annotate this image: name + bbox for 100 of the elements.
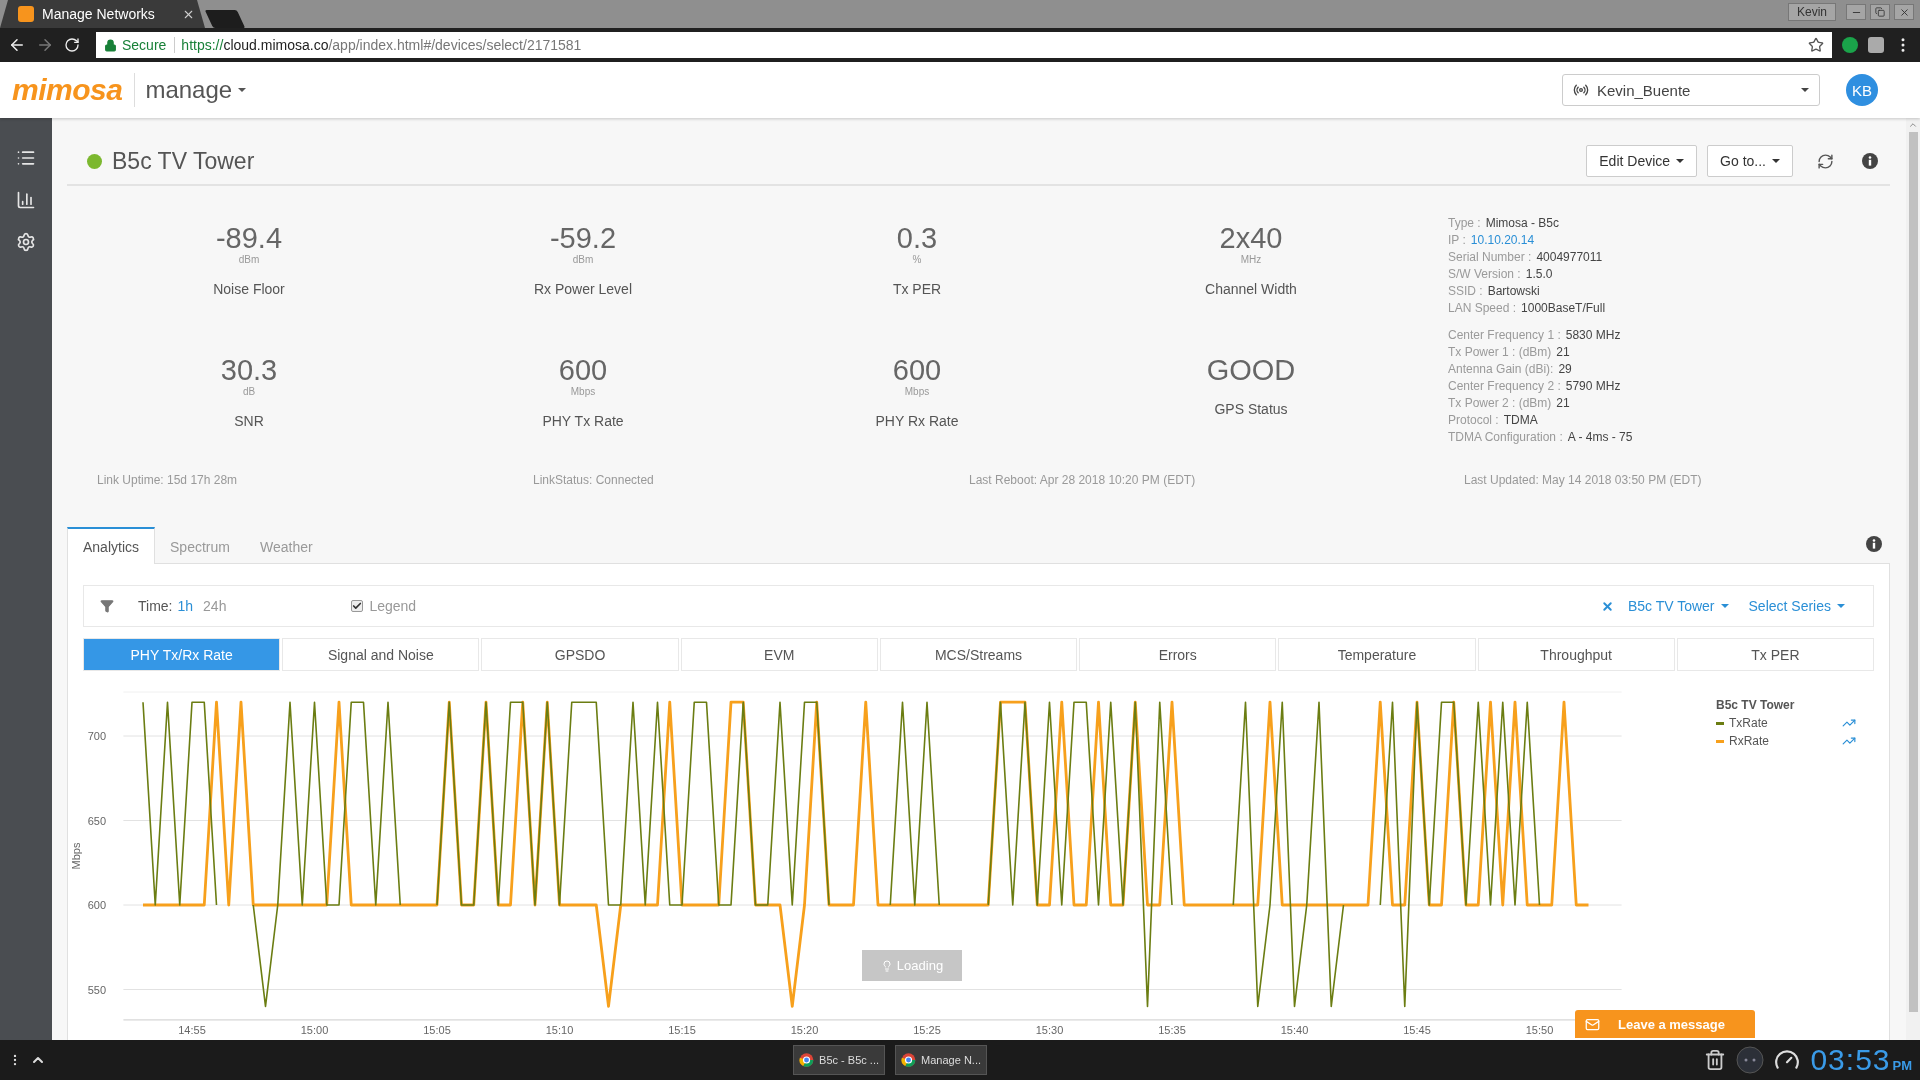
reload-button[interactable]	[64, 37, 80, 53]
info-value: 21	[1556, 344, 1570, 361]
info-value: A - 4ms - 75	[1567, 429, 1633, 446]
axis-tick-label: 15:50	[1525, 1024, 1554, 1036]
close-window-button[interactable]	[1894, 4, 1914, 20]
metric-value: -89.4	[215, 222, 283, 254]
info-value: 5790 MHz	[1565, 378, 1621, 395]
legend-checkbox[interactable]	[351, 600, 364, 612]
trash-icon[interactable]	[1704, 1049, 1727, 1071]
link-stat: Link Uptime: 15d 17h 28m	[97, 472, 239, 489]
axis-tick-label: 15:35	[1158, 1024, 1186, 1036]
series-tab[interactable]: GPSDO	[481, 638, 679, 671]
settings-icon[interactable]	[16, 232, 36, 252]
metric-value: GOOD	[1206, 354, 1296, 386]
metric-unit: Mbps	[904, 386, 930, 398]
info-value: 5830 MHz	[1565, 327, 1621, 344]
metric-value: -59.2	[549, 222, 617, 254]
info-label: Protocol :	[1448, 412, 1499, 429]
metric-value: 600	[892, 354, 942, 386]
info-icon[interactable]	[1866, 535, 1882, 552]
close-icon	[1898, 6, 1910, 18]
restore-icon	[1875, 7, 1885, 17]
browser-icon	[799, 1051, 815, 1069]
series-tab[interactable]: Temperature	[1278, 638, 1476, 671]
clock: 03:53 PM	[1810, 1043, 1912, 1077]
address-bar[interactable]: Secure https://cloud.mimosa.co/app/index.html#/devices/select/2171581	[96, 32, 1832, 58]
refresh-icon[interactable]	[1817, 152, 1834, 170]
axis-tick-label: 15:45	[1403, 1024, 1431, 1036]
dropdown-button[interactable]: Edit Device	[1586, 145, 1698, 177]
minimize-button[interactable]	[1846, 4, 1866, 20]
account-select[interactable]: Kevin_Buente	[1562, 74, 1820, 106]
back-button[interactable]	[8, 36, 26, 54]
bookmark-star-icon[interactable]	[1808, 37, 1824, 53]
caret-icon	[1801, 88, 1809, 92]
metric-label: Rx Power Level	[533, 280, 632, 298]
metric-value: 0.3	[896, 222, 938, 254]
info-value: Mimosa - B5c	[1485, 215, 1560, 232]
axis-tick-label: 15:40	[1280, 1024, 1309, 1036]
axis-tick-label: 15:00	[300, 1024, 329, 1036]
metric-unit: dBm	[238, 254, 260, 266]
info-value: Bartowski	[1487, 283, 1540, 300]
chart-icon[interactable]	[16, 190, 36, 210]
axis-tick-label: 15:30	[1035, 1024, 1064, 1036]
series-tab[interactable]: EVM	[680, 638, 878, 671]
axis-tick-label: 15:10	[545, 1024, 574, 1036]
series-tab[interactable]: Signal and Noise	[282, 638, 480, 671]
series-tab[interactable]: Throughput	[1477, 638, 1675, 671]
dropdown-button[interactable]: Go to...	[1707, 145, 1793, 177]
scrollbar[interactable]	[1906, 118, 1920, 1040]
site-favicon	[18, 6, 34, 22]
lock-icon	[104, 38, 117, 52]
product-menu[interactable]: manage	[145, 76, 247, 104]
series-menu[interactable]: Select Series	[1748, 598, 1845, 614]
close-icon[interactable]	[1600, 599, 1614, 613]
restore-button[interactable]	[1870, 4, 1890, 20]
browser-tab[interactable]: Manage Networks	[0, 0, 205, 28]
legend-swatch	[1716, 721, 1724, 725]
legend-item[interactable]: RxRate	[1729, 734, 1837, 748]
browser-icon	[901, 1051, 917, 1069]
forward-button[interactable]	[36, 36, 54, 54]
device-title: B5c TV Tower	[112, 147, 255, 175]
info-label: Tx Power 2 : (dBm)	[1448, 395, 1552, 412]
status-dot	[87, 153, 102, 169]
info-label: Antenna Gain (dBi):	[1448, 361, 1554, 378]
caret-icon	[1772, 159, 1780, 163]
device-filter-menu[interactable]: B5c TV Tower	[1627, 598, 1729, 614]
tab[interactable]: Analytics	[67, 527, 156, 564]
info-label: Type :	[1448, 215, 1481, 232]
tab-title: Manage Networks	[42, 6, 156, 22]
caret-icon	[1676, 159, 1685, 163]
metric-unit: MHz	[1240, 254, 1262, 266]
series-tab[interactable]: Tx PER	[1676, 638, 1874, 671]
time-label: Time:	[138, 598, 173, 614]
info-label: Serial Number :	[1448, 249, 1532, 266]
list-icon[interactable]	[16, 148, 36, 168]
taskbar-task[interactable]: Manage N...	[895, 1045, 987, 1075]
profile-button[interactable]: Kevin	[1787, 3, 1836, 21]
link-stat: Last Reboot: Apr 28 2018 10:20 PM (EDT)	[969, 472, 1197, 489]
series-tab[interactable]: MCS/Streams	[879, 638, 1078, 671]
series-tab[interactable]: Errors	[1079, 638, 1277, 671]
metric-label: GPS Status	[1214, 400, 1288, 418]
axis-tick-label: 15:20	[790, 1024, 819, 1036]
axis-tick-label: 550	[87, 983, 106, 996]
axis-tick-label: 15:05	[423, 1024, 451, 1036]
axis-tick-label: 15:15	[668, 1024, 696, 1036]
legend-item[interactable]: TxRate	[1729, 716, 1837, 730]
filter-icon[interactable]	[100, 599, 114, 613]
info-label: TDMA Configuration :	[1448, 429, 1563, 446]
link-stat: LinkStatus: Connected	[533, 472, 655, 489]
legend-label: Legend	[369, 598, 417, 614]
mail-icon	[1585, 1016, 1600, 1032]
axis-tick-label: 650	[87, 814, 106, 827]
extension-icon[interactable]	[1842, 37, 1858, 53]
metric-label: Channel Width	[1205, 280, 1297, 298]
time-range-option[interactable]: 1h	[172, 598, 199, 614]
info-icon[interactable]	[1862, 153, 1878, 169]
taskbar-task[interactable]: B5c - B5c ...	[793, 1045, 885, 1075]
axis-tick-label: 14:55	[178, 1024, 206, 1036]
link-stat: Last Updated: May 14 2018 03:50 PM (EDT)	[1464, 472, 1703, 489]
legend-swatch	[1716, 739, 1724, 743]
